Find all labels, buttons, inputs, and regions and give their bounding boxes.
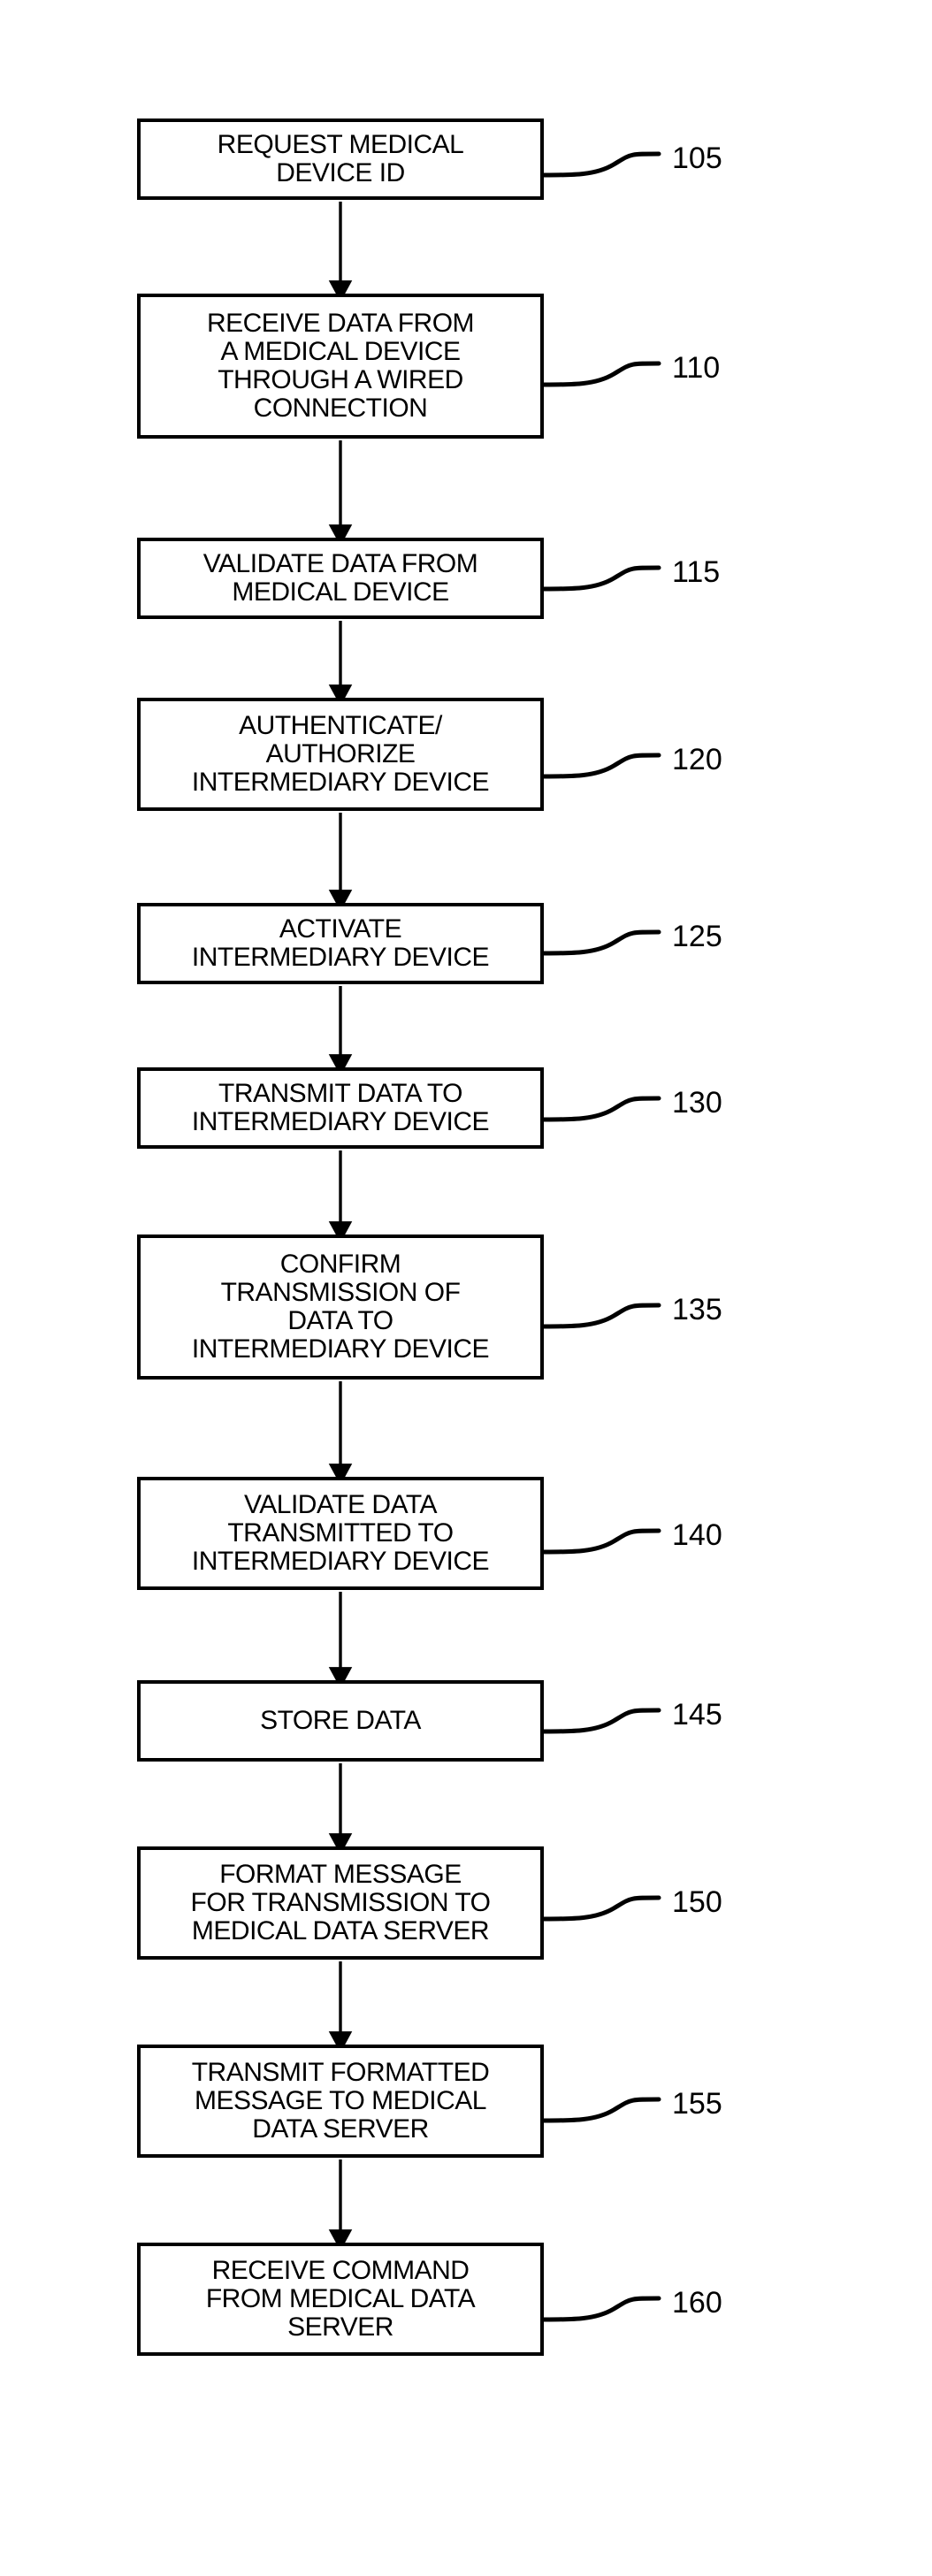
flow-step-label-110: RECEIVE DATA FROM A MEDICAL DEVICE THROU… (206, 309, 475, 423)
leader-line-130 (541, 1096, 661, 1122)
flow-step-130: TRANSMIT DATA TO INTERMEDIARY DEVICE (137, 1067, 544, 1149)
flow-step-label-135: CONFIRM TRANSMISSION OF DATA TO INTERMED… (191, 1250, 490, 1364)
flow-step-label-150: FORMAT MESSAGE FOR TRANSMISSION TO MEDIC… (190, 1860, 491, 1945)
flow-step-145: STORE DATA (137, 1680, 544, 1762)
reference-numeral-125: 125 (672, 920, 722, 953)
leader-line-140 (541, 1528, 661, 1555)
flow-step-label-125: ACTIVATE INTERMEDIARY DEVICE (191, 914, 490, 972)
flow-step-150: FORMAT MESSAGE FOR TRANSMISSION TO MEDIC… (137, 1846, 544, 1960)
leader-line-160 (541, 2296, 661, 2322)
flow-step-120: AUTHENTICATE/ AUTHORIZE INTERMEDIARY DEV… (137, 698, 544, 811)
leader-line-150 (541, 1895, 661, 1922)
flow-step-label-160: RECEIVE COMMAND FROM MEDICAL DATA SERVER (205, 2256, 476, 2342)
flow-step-140: VALIDATE DATA TRANSMITTED TO INTERMEDIAR… (137, 1477, 544, 1590)
flow-step-160: RECEIVE COMMAND FROM MEDICAL DATA SERVER (137, 2243, 544, 2356)
flow-step-105: REQUEST MEDICAL DEVICE ID (137, 118, 544, 200)
flow-step-155: TRANSMIT FORMATTED MESSAGE TO MEDICAL DA… (137, 2045, 544, 2158)
reference-numeral-155: 155 (672, 2087, 722, 2121)
flow-step-label-120: AUTHENTICATE/ AUTHORIZE INTERMEDIARY DEV… (191, 711, 490, 797)
flow-step-125: ACTIVATE INTERMEDIARY DEVICE (137, 903, 544, 984)
flow-step-115: VALIDATE DATA FROM MEDICAL DEVICE (137, 538, 544, 619)
reference-numeral-150: 150 (672, 1885, 722, 1919)
leader-line-135 (541, 1303, 661, 1329)
flow-step-label-145: STORE DATA (260, 1706, 421, 1736)
flow-step-label-115: VALIDATE DATA FROM MEDICAL DEVICE (202, 549, 478, 607)
flow-step-110: RECEIVE DATA FROM A MEDICAL DEVICE THROU… (137, 294, 544, 439)
leader-line-155 (541, 2097, 661, 2123)
flow-step-label-105: REQUEST MEDICAL DEVICE ID (217, 130, 464, 187)
reference-numeral-140: 140 (672, 1518, 722, 1552)
reference-numeral-120: 120 (672, 743, 722, 776)
leader-line-110 (541, 361, 661, 387)
reference-numeral-115: 115 (672, 555, 721, 589)
reference-numeral-160: 160 (672, 2286, 722, 2320)
flow-step-label-155: TRANSMIT FORMATTED MESSAGE TO MEDICAL DA… (191, 2058, 490, 2144)
reference-numeral-105: 105 (672, 141, 722, 175)
leader-line-105 (541, 151, 661, 178)
leader-line-125 (541, 929, 661, 956)
flow-step-135: CONFIRM TRANSMISSION OF DATA TO INTERMED… (137, 1234, 544, 1380)
reference-numeral-145: 145 (672, 1698, 722, 1731)
reference-numeral-110: 110 (672, 351, 721, 385)
reference-numeral-135: 135 (672, 1293, 722, 1326)
leader-line-145 (541, 1708, 661, 1734)
reference-numeral-130: 130 (672, 1086, 722, 1120)
flow-step-label-130: TRANSMIT DATA TO INTERMEDIARY DEVICE (191, 1079, 490, 1136)
leader-line-120 (541, 753, 661, 779)
flow-step-label-140: VALIDATE DATA TRANSMITTED TO INTERMEDIAR… (191, 1490, 490, 1576)
patent-flowchart-figure: REQUEST MEDICAL DEVICE ID 105 RECEIVE DATA… (0, 0, 932, 2576)
leader-line-115 (541, 565, 661, 592)
